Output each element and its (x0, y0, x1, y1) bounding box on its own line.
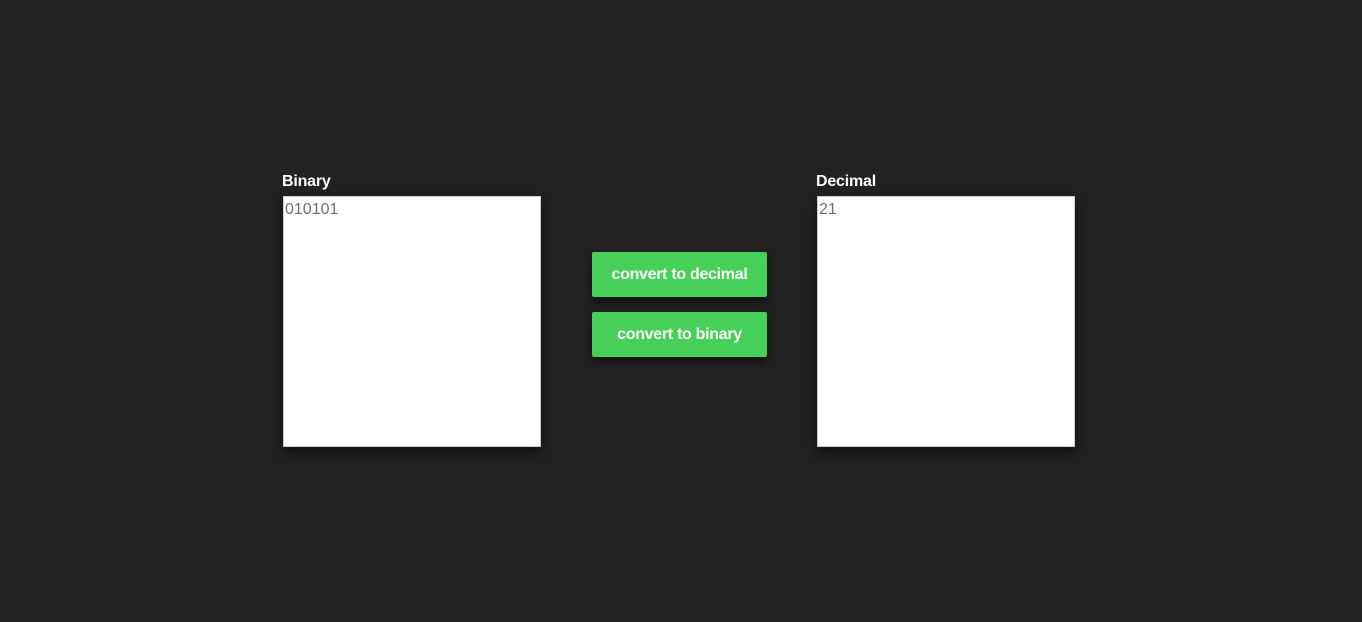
convert-to-binary-button[interactable]: convert to binary (592, 312, 767, 357)
converter-app: Binary 010101 convert to decimal convert… (0, 0, 1362, 622)
decimal-label: Decimal (816, 173, 876, 190)
decimal-textarea[interactable]: 21 (817, 196, 1075, 447)
decimal-panel: Decimal 21 (816, 172, 1076, 447)
binary-label: Binary (282, 173, 331, 190)
convert-actions: convert to decimal convert to binary (592, 252, 767, 372)
convert-to-decimal-button[interactable]: convert to decimal (592, 252, 767, 297)
binary-textarea[interactable]: 010101 (283, 196, 541, 447)
binary-panel: Binary 010101 (282, 172, 542, 447)
